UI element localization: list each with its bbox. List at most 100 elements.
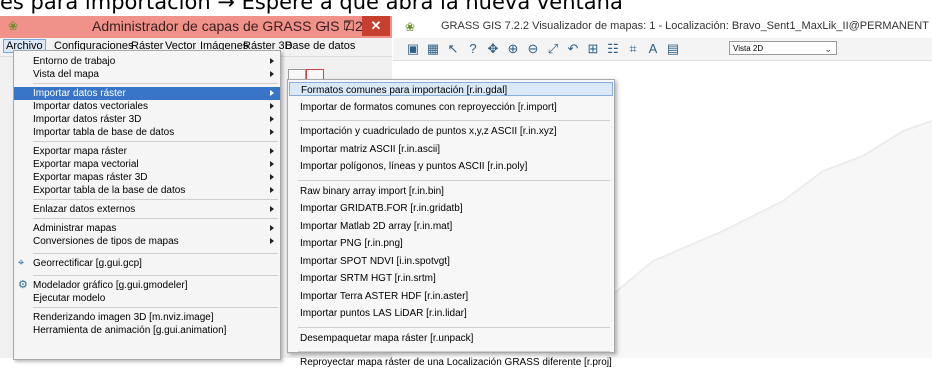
save-icon[interactable]: ▤ xyxy=(665,41,681,56)
menu-item-label: Exportar mapa vectorial xyxy=(33,159,139,170)
pointer-icon[interactable]: ↖ xyxy=(445,41,461,56)
submenu-item-raw-binary-array-import[interactable]: Raw binary array import [r.in.bin] xyxy=(289,184,613,198)
submenu-item-label: Raw binary array import [r.in.bin] xyxy=(300,185,444,197)
submenu-item-label: Importación y cuadriculado de puntos x,y… xyxy=(300,126,557,137)
zoom-in-icon[interactable]: ⊕ xyxy=(505,41,521,56)
menu-item-label: Importar datos ráster 3D xyxy=(33,114,142,125)
menu-separator xyxy=(33,275,278,276)
menu-separator xyxy=(33,218,278,219)
menu-item-importar-datos-vectoriales[interactable]: Importar datos vectoriales xyxy=(14,100,280,113)
menu-item-label: Entorno de trabajo xyxy=(33,56,116,67)
submenu-item-importar-spot-ndvi[interactable]: Importar SPOT NDVI [i.in.spotvgt] xyxy=(289,254,613,268)
layer-manager-titlebar[interactable]: ❀ Administrador de capas de GRASS GIS 7.… xyxy=(0,16,392,38)
menu-item-label: Importar datos ráster xyxy=(33,88,126,99)
submenu-arrow-icon xyxy=(270,225,274,231)
submenu-item-label: Importar Terra ASTER HDF [r.in.aster] xyxy=(300,290,469,302)
menu-item-importar-datos-raster-3d[interactable]: Importar datos ráster 3D xyxy=(14,113,280,126)
submenu-item-label: Importar SRTM HGT [r.in.srtm] xyxy=(300,273,436,284)
submenu-item-label: Importar de formatos comunes con reproye… xyxy=(300,101,557,113)
zoom-out-icon[interactable]: ⊖ xyxy=(525,41,541,56)
submenu-item-formatos-comunes-para-importacion[interactable]: Formatos comunes para importación [r.in.… xyxy=(289,82,613,96)
submenu-item-importacion-y-cuadriculado-de-puntos-x-y-z-ascii[interactable]: Importación y cuadriculado de puntos x,y… xyxy=(289,124,613,138)
submenu-item-label: Importar SPOT NDVI [i.in.spotvgt] xyxy=(300,255,450,267)
grass-app-icon: ❀ xyxy=(8,19,19,33)
menu-item-label: Herramienta de animación [g.gui.animatio… xyxy=(33,325,227,336)
submenu-arrow-icon xyxy=(270,103,274,109)
submenu-arrow-icon xyxy=(270,58,274,64)
submenu-item-label: Importar polígonos, líneas y puntos ASCI… xyxy=(300,161,528,172)
submenu-item-importar-de-formatos-comunes-con-reproyeccion[interactable]: Importar de formatos comunes con reproye… xyxy=(289,100,613,114)
zoom-back-icon[interactable]: ↶ xyxy=(565,41,581,56)
analyze-icon[interactable]: ☷ xyxy=(605,41,621,56)
menu-item-label: Administrar mapas xyxy=(33,223,117,234)
menu-item-label: Conversiones de tipos de mapas xyxy=(33,236,179,247)
maximize-button[interactable]: ☐ xyxy=(338,16,360,36)
decoration-icon[interactable]: A xyxy=(645,41,661,56)
submenu-arrow-icon xyxy=(270,238,274,244)
submenu-arrow-icon xyxy=(270,206,274,212)
menu-item-label: Importar tabla de base de datos xyxy=(33,127,175,138)
menu-item-enlazar-datos-externos[interactable]: Enlazar datos externos xyxy=(14,203,280,216)
pan-icon[interactable]: ✥ xyxy=(485,41,501,56)
submenu-item-label: Importar GRIDATB.FOR [r.in.gridatb] xyxy=(300,203,463,214)
map-display-title: GRASS GIS 7.2.2 Visualizador de mapas: 1… xyxy=(441,20,929,32)
menubar-item-base-de-datos[interactable]: Base de datos xyxy=(285,40,355,52)
menu-item-label: Exportar mapa ráster xyxy=(33,146,127,157)
submenu-item-label: Importar Matlab 2D array [r.in.mat] xyxy=(300,220,453,232)
modeler-icon: ⚙ xyxy=(18,279,28,291)
menu-item-administrar-mapas[interactable]: Administrar mapas xyxy=(14,222,280,235)
menu-item-importar-datos-raster[interactable]: Importar datos ráster xyxy=(14,87,280,100)
minimize-button[interactable]: – xyxy=(312,16,336,36)
submenu-arrow-icon xyxy=(270,71,274,77)
menu-separator xyxy=(298,120,610,121)
submenu-item-importar-srtm-hgt[interactable]: Importar SRTM HGT [r.in.srtm] xyxy=(289,271,613,285)
view-mode-select[interactable]: Vista 2D ⌄ xyxy=(729,41,837,55)
submenu-arrow-icon xyxy=(270,116,274,122)
display-map-icon[interactable]: ▣ xyxy=(405,41,421,56)
menu-separator xyxy=(33,83,278,84)
submenu-item-reproyectar-mapa-raster-de-una-localizacion-grass-diferente[interactable]: Reproyectar mapa ráster de una Localizac… xyxy=(289,355,613,369)
menu-item-label: Ejecutar modelo xyxy=(33,293,106,304)
menu-item-exportar-tabla-de-la-base-de-datos[interactable]: Exportar tabla de la base de datos xyxy=(14,184,280,197)
render-map-icon[interactable]: ▦ xyxy=(425,41,441,56)
query-icon[interactable]: ? xyxy=(465,41,481,56)
submenu-arrow-icon xyxy=(270,148,274,154)
submenu-arrow-icon xyxy=(270,161,274,167)
submenu-item-importar-matriz-ascii[interactable]: Importar matriz ASCII [r.in.ascii] xyxy=(289,142,613,156)
submenu-item-desempaquetar-mapa-raster[interactable]: Desempaquetar mapa ráster [r.unpack] xyxy=(289,331,613,345)
menu-item-modelador-grafico[interactable]: ⚙ Modelador gráfico [g.gui.gmodeler] xyxy=(14,279,280,292)
submenu-item-label: Importar matriz ASCII [r.in.ascii] xyxy=(300,143,441,155)
submenu-arrow-icon xyxy=(270,129,274,135)
menu-item-exportar-mapas-raster-3d[interactable]: Exportar mapas ráster 3D xyxy=(14,171,280,184)
menu-item-label: Georrectificar [g.gui.gcp] xyxy=(33,258,142,269)
menu-item-entorno-de-trabajo[interactable]: Entorno de trabajo xyxy=(14,55,280,68)
overlay-icon[interactable]: ⌗ xyxy=(625,41,641,56)
menu-item-vista-del-mapa[interactable]: Vista del mapa xyxy=(14,68,280,81)
menu-item-georrectificar[interactable]: ⌖ Georrectificar [g.gui.gcp] xyxy=(14,257,280,270)
submenu-item-label: Importar PNG [r.in.png] xyxy=(300,238,403,249)
menu-separator xyxy=(298,351,610,352)
menu-item-herramienta-de-animacion[interactable]: Herramienta de animación [g.gui.animatio… xyxy=(14,324,280,337)
map-display-titlebar[interactable]: ❀ GRASS GIS 7.2.2 Visualizador de mapas:… xyxy=(393,16,932,39)
menu-item-renderizando-imagen-3d[interactable]: Renderizando imagen 3D [m.nviz.image] xyxy=(14,311,280,324)
menu-item-label: Importar datos vectoriales xyxy=(33,101,149,112)
import-raster-submenu: Formatos comunes para importación [r.in.… xyxy=(287,79,615,368)
submenu-item-importar-matlab-2d-array[interactable]: Importar Matlab 2D array [r.in.mat] xyxy=(289,219,613,233)
menu-item-ejecutar-modelo[interactable]: Ejecutar modelo xyxy=(14,292,280,305)
menu-item-conversiones-de-tipos-de-mapas[interactable]: Conversiones de tipos de mapas xyxy=(14,235,280,248)
zoom-extent-icon[interactable]: ⤢ xyxy=(545,41,561,56)
submenu-item-importar-poligonos-lineas-y-puntos-ascii[interactable]: Importar polígonos, líneas y puntos ASCI… xyxy=(289,159,613,173)
zoom-menu-icon[interactable]: ⊞ xyxy=(585,41,601,56)
submenu-item-importar-puntos-las-lidar[interactable]: Importar puntos LAS LiDAR [r.in.lidar] xyxy=(289,306,613,320)
submenu-item-label: Formatos comunes para importación [r.in.… xyxy=(301,85,508,96)
menu-item-importar-tabla-de-base-de-datos[interactable]: Importar tabla de base de datos xyxy=(14,126,280,139)
submenu-item-importar-terra-aster-hdf[interactable]: Importar Terra ASTER HDF [r.in.aster] xyxy=(289,289,613,303)
submenu-item-importar-gridatb-for[interactable]: Importar GRIDATB.FOR [r.in.gridatb] xyxy=(289,201,613,215)
menu-item-exportar-mapa-raster[interactable]: Exportar mapa ráster xyxy=(14,145,280,158)
menu-separator xyxy=(298,326,610,328)
submenu-item-importar-png[interactable]: Importar PNG [r.in.png] xyxy=(289,236,613,250)
chevron-down-icon: ⌄ xyxy=(824,44,832,54)
menu-item-exportar-mapa-vectorial[interactable]: Exportar mapa vectorial xyxy=(14,158,280,171)
tutorial-caption: es para importación → Espere a que abra … xyxy=(0,0,932,16)
close-button[interactable]: ✕ xyxy=(362,16,390,36)
